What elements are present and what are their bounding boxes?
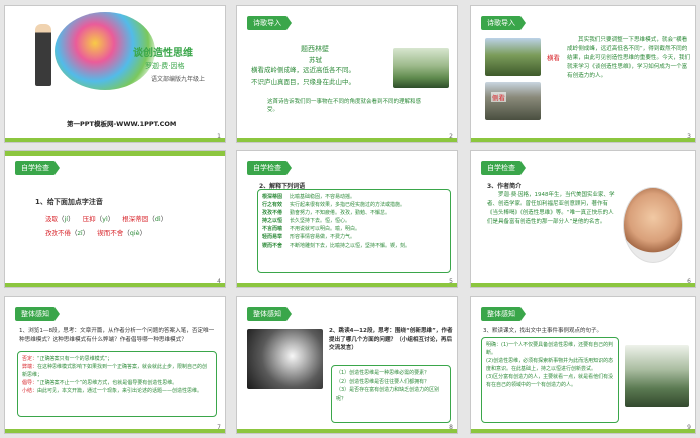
slide-title: 谈创造性思维 — [133, 48, 193, 59]
answer-line: （2）创造性思维是否往往要人们都拥有？ — [336, 378, 430, 385]
landscape-painting — [625, 345, 689, 407]
edison-lightbulb-photo — [247, 329, 323, 389]
pinyin-row-1: 汲取（jí） 压抑（yì） 根深蒂固（dì） — [45, 213, 167, 223]
section-tag: 诗歌导入 — [247, 16, 292, 30]
slide-6[interactable]: 自学检查 3、作者简介 罗迦·费·因格，1948年生，当代美国实业家、学者、创造… — [470, 150, 696, 288]
label-side-view-text: 侧看 — [491, 92, 506, 102]
top-bar — [5, 151, 225, 156]
slide-3[interactable]: 诗歌导入 横看 侧看 侧看 其实我们只要调整一下思维模式，就会“横看成岭侧成峰，… — [470, 5, 696, 143]
word-item: 孜孜不倦（zī） — [45, 229, 90, 237]
slide-2[interactable]: 诗歌导入 题西林壁 苏轼 横看成岭侧成峰，远近高低各不同。 不识庐山真面目，只缘… — [236, 5, 458, 143]
question-text: 3、默读课文，找出文中主事件事例观点的句子。 — [483, 328, 603, 334]
footer-text: 第一PPT模板网-WWW.1PPT.COM — [67, 120, 177, 128]
answer-line: 倡导：“正确答案不止一个”的思维方式，也就是倡导要有创造性思维。 — [22, 380, 178, 386]
word-item: 根深蒂固（dì） — [122, 215, 168, 223]
slide-number: 7 — [217, 424, 221, 431]
slide-4[interactable]: 自学检查 1、给下面加点字注音 汲取（jí） 压抑（yì） 根深蒂固（dì） 孜… — [4, 150, 226, 288]
bottom-bar — [5, 283, 225, 287]
answer-line: 否定：“正确答案只有一个的思维模式”； — [22, 356, 113, 362]
slide-7[interactable]: 整体感知 1、浏览1—8段，思考：文章开篇，从作者分析一个问题的答案入笔，否定唯… — [4, 296, 226, 434]
answer-line: （3）是否存在富有创造力和缺乏创造力的区别呢？ — [336, 387, 440, 402]
poem-title: 题西林壁 — [301, 45, 329, 53]
slide-number: 1 — [217, 133, 221, 140]
slide-number: 8 — [449, 424, 453, 431]
bottom-bar — [237, 138, 457, 142]
answer-line: 明确：(1)一个人不仅要具备创造性思维，还要有自己的判断。 — [486, 342, 614, 356]
term-row: 行之有效 实行起来很有效果，多指已经实施过的方法或措施。 — [262, 202, 406, 209]
slide-number: 6 — [687, 278, 691, 285]
answer-box: 否定：“正确答案只有一个的思维模式”； 弊端：在这种思维模式影响下如果找到一个正… — [17, 351, 217, 417]
slide-edition: 语文部编版九年级上 — [151, 76, 206, 83]
slide-9[interactable]: 整体感知 3、默读课文，找出文中主事件事例观点的句子。 明确：(1)一个人不仅要… — [470, 296, 696, 434]
word-item: 锲而不舍（qiè） — [97, 229, 147, 237]
poem-line-1: 横看成岭侧成峰，远近高低各不同。 — [251, 66, 355, 74]
bottom-bar — [237, 429, 457, 433]
slide-5[interactable]: 自学检查 2、解释下列词语 根深蒂固 比喻基础稳固，不容易动摇。 行之有效 实行起来… — [236, 150, 458, 288]
word-item: 汲取（jí） — [45, 215, 75, 223]
bottom-bar — [471, 429, 695, 433]
term-row: 持之以恒 长久坚持下去。恒，恒心。 — [262, 218, 351, 225]
slide-number: 9 — [687, 424, 691, 431]
exercise-heading: 1、给下面加点字注音 — [35, 198, 103, 206]
slide-author: 罗迦·费·因格 — [145, 62, 185, 70]
section-tag: 整体感知 — [481, 307, 526, 321]
slide-number: 5 — [449, 278, 453, 285]
bottom-bar — [5, 138, 225, 142]
slide-1[interactable]: 谈创造性思维 罗迦·费·因格 语文部编版九年级上 第一PPT模板网-WWW.1P… — [4, 5, 226, 143]
slide-8[interactable]: 整体感知 2、跳读4—12段，思考：围绕“创新思维”，作者提出了哪几个方面的问题… — [236, 296, 458, 434]
section-tag: 自学检查 — [247, 161, 292, 175]
answer-line: 小结：由此可见，本文开篇，通过一个现象，来引出论述的话题——创造性思维。 — [22, 388, 203, 394]
term-row: 锲而不舍 不断地雕刻下去，比喻持之以恒，坚持不懈。锲，刻。 — [262, 242, 411, 249]
slide-number: 2 — [449, 133, 453, 140]
section-tag: 整体感知 — [247, 307, 292, 321]
pinyin-row-2: 孜孜不倦（zī） 锲而不舍（qiè） — [45, 227, 146, 237]
mountain-photo-front — [485, 38, 541, 76]
slide-number: 4 — [217, 278, 221, 285]
question-text: 2、跳读4—12段，思考：围绕“创新思维”，作者提出了哪几个方面的问题？（小组相… — [329, 328, 453, 352]
mountain-painting — [393, 48, 449, 88]
answer-line: (2)创造性思维，必须有探索新事物并为此而活用知识的态度和意识。在此基础上，持之… — [486, 358, 614, 372]
answer-box: 明确：(1)一个人不仅要具备创造性思维，还要有自己的判断。 (2)创造性思维，必… — [481, 337, 619, 423]
terms-box: 根深蒂固 比喻基础稳固，不容易动摇。 行之有效 实行起来很有效果，多指已经实施过的方… — [257, 189, 451, 273]
section-tag: 自学检查 — [15, 161, 60, 175]
term-row: 不言而喻 不用说就可以明白。喻，明白。 — [262, 226, 361, 233]
term-row: 根深蒂固 比喻基础稳固，不容易动摇。 — [262, 194, 356, 200]
term-row: 轻而易举 形容事情容易做，不费力气。 — [262, 234, 356, 241]
poem-line-2: 不识庐山真面目，只缘身在此山中。 — [251, 78, 355, 86]
bottom-bar — [237, 283, 457, 287]
author-bio: 罗迦·费·因格，1948年生，当代美国实业家、学者、创造学家。曾任加利福尼亚创意… — [487, 192, 615, 226]
businessman-figure — [35, 24, 51, 86]
author-portrait — [623, 187, 683, 263]
answer-line: (3)区分富有创造力的人，主要就看一点，就是看他们有没有在自己的领域中的一个有创… — [486, 374, 614, 388]
term-row: 孜孜不倦 勤奋努力，不知疲倦。孜孜，勤勉、不懈怠。 — [262, 210, 391, 217]
section-tag: 整体感知 — [15, 307, 60, 321]
question-text: 1、浏览1—8段，思考：文章开篇，从作者分析一个问题的答案入笔，否定唯一种思维模… — [19, 328, 215, 343]
intro-paragraph: 其实我们只要调整一下思维模式，就会“横看成岭侧成峰，远近高低各不同”，得到截然不… — [567, 37, 691, 79]
bottom-bar — [471, 283, 695, 287]
answer-line: 弊端：在这种思维模式影响下如果找到一个正确答案，就会就此止步，限制自己的创新思维… — [22, 364, 208, 378]
bottom-bar — [471, 138, 695, 142]
answer-line: （1）创造性思维是一种思维必需的要素？ — [336, 370, 430, 376]
exercise-heading: 3、作者简介 — [487, 183, 522, 190]
section-tag: 诗歌导入 — [481, 16, 526, 30]
bottom-bar — [5, 429, 225, 433]
label-front-view: 横看 — [547, 54, 560, 62]
poem-note: 这首诗告诉我们同一事物在不同的角度就会看到不同的理解和感受。 — [267, 99, 422, 114]
word-item: 压抑（yì） — [82, 215, 115, 223]
slide-number: 3 — [687, 133, 691, 140]
answer-box: （1）创造性思维是一种思维必需的要素？ （2）创造性思维是否往往要人们都拥有？ … — [331, 365, 451, 423]
section-tag: 自学检查 — [481, 161, 526, 175]
poem-author: 苏轼 — [309, 56, 322, 64]
